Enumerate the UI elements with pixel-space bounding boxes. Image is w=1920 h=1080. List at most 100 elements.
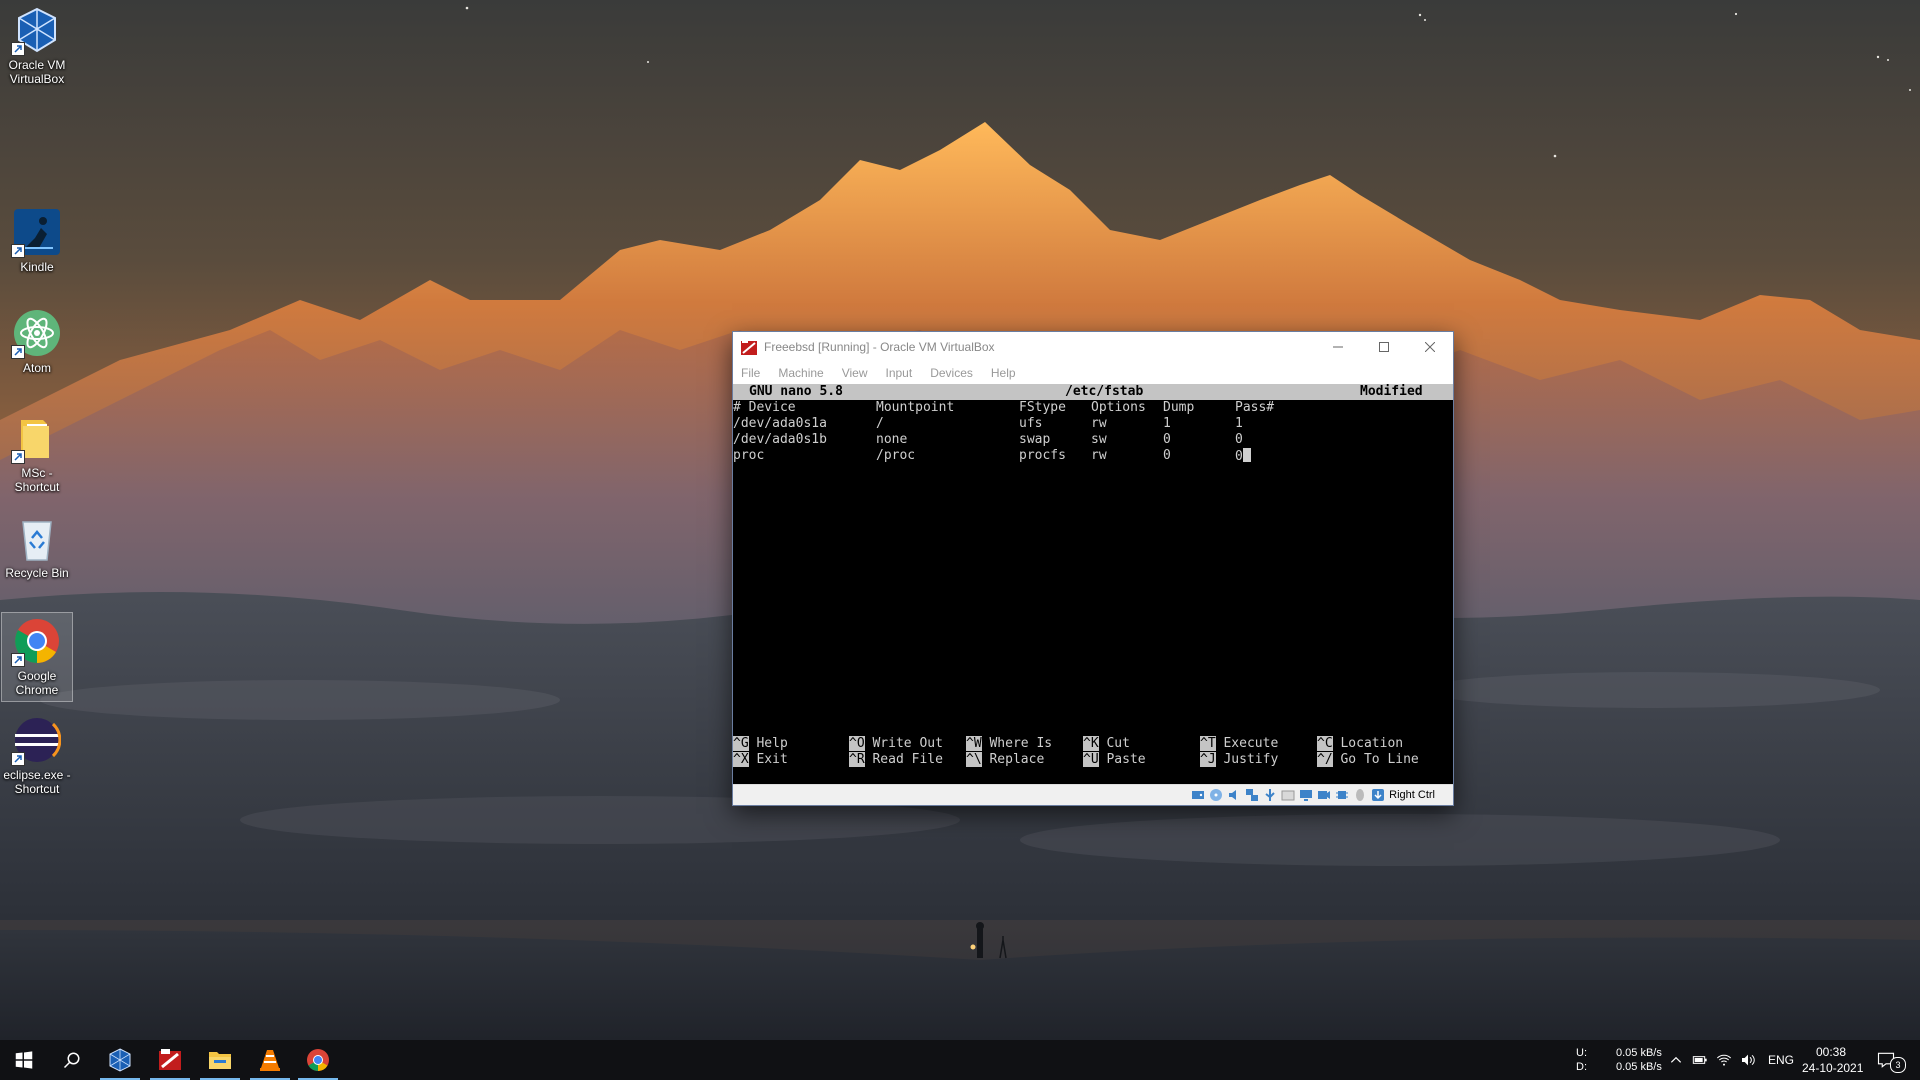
desktop-icon-label: Shortcut <box>14 782 60 796</box>
shortcut-label: Where Is <box>989 736 1053 751</box>
menu-file[interactable]: File <box>741 366 760 380</box>
wifi-button[interactable] <box>1712 1040 1736 1080</box>
usb-icon[interactable] <box>1263 788 1277 802</box>
fstab-device: /dev/ada0s1b <box>733 432 827 447</box>
fstab-line[interactable]: proc /proc procfs rw 0 0 <box>733 448 1453 464</box>
video-capture-icon[interactable] <box>1317 788 1331 802</box>
shortcut-go-to-line[interactable]: ^/ Go To Line <box>1317 752 1419 768</box>
fstab-dump: 0 <box>1163 432 1171 447</box>
action-center-button[interactable]: 3 <box>1866 1040 1906 1080</box>
desktop-icon-virtualbox[interactable]: Oracle VM VirtualBox <box>2 6 72 86</box>
fstab-options: rw <box>1091 448 1107 463</box>
virtualbox-vm-window[interactable]: Freeebsd [Running] - Oracle VM VirtualBo… <box>732 331 1454 806</box>
volume-button[interactable] <box>1736 1040 1760 1080</box>
fstab-line[interactable]: /dev/ada0s1a / ufs rw 1 1 <box>733 416 1453 432</box>
desktop-icon-msc[interactable]: MSc - Shortcut <box>2 414 72 494</box>
folder-icon <box>209 1052 231 1069</box>
taskbar-file-explorer[interactable] <box>196 1040 244 1080</box>
battery-button[interactable] <box>1688 1040 1712 1080</box>
shortcut-exit[interactable]: ^X Exit <box>733 752 788 768</box>
windows-logo-icon <box>15 1051 33 1069</box>
optical-drive-icon[interactable] <box>1209 788 1223 802</box>
shortcut-cut[interactable]: ^K Cut <box>1083 736 1130 752</box>
shortcut-key: ^O <box>849 736 865 751</box>
chevron-up-icon <box>1670 1056 1682 1063</box>
taskbar-virtualbox-manager[interactable] <box>96 1040 144 1080</box>
fstab-options: Options <box>1091 400 1146 415</box>
desktop-icon-atom[interactable]: Atom <box>2 309 72 375</box>
shortcut-help[interactable]: ^G Help <box>733 736 788 752</box>
fstab-dump: 0 <box>1163 448 1171 463</box>
menu-help[interactable]: Help <box>991 366 1016 380</box>
desktop-icon-kindle[interactable]: Kindle <box>2 208 72 274</box>
chrome-icon <box>11 617 61 667</box>
close-button[interactable] <box>1407 332 1453 362</box>
fstab-dump: 1 <box>1163 416 1171 431</box>
taskbar-freebsd-vm[interactable] <box>146 1040 194 1080</box>
menu-view[interactable]: View <box>842 366 868 380</box>
host-key-icon[interactable] <box>1371 788 1385 802</box>
display-icon[interactable] <box>1299 788 1313 802</box>
fstab-pass: Pass# <box>1235 400 1275 415</box>
shortcut-paste[interactable]: ^U Paste <box>1083 752 1146 768</box>
desktop-icon-label: eclipse.exe - <box>3 768 71 782</box>
hard-disk-icon[interactable] <box>1191 788 1205 802</box>
taskbar-google-chrome[interactable] <box>294 1040 342 1080</box>
shortcut-label: Write Out <box>872 736 943 751</box>
shortcut-label: Justify <box>1223 752 1279 767</box>
shortcut-key: ^G <box>733 736 749 751</box>
show-hidden-icons-button[interactable] <box>1664 1040 1688 1080</box>
network-icon[interactable] <box>1245 788 1259 802</box>
freebsd-vm-icon <box>741 339 757 355</box>
start-button[interactable] <box>0 1040 48 1080</box>
audio-icon[interactable] <box>1227 788 1241 802</box>
shortcut-justify[interactable]: ^J Justify <box>1200 752 1278 768</box>
desktop-icon-label: Google <box>17 669 57 683</box>
shortcut-read-file[interactable]: ^R Read File <box>849 752 943 768</box>
fstab-line[interactable]: /dev/ada0s1b none swap sw 0 0 <box>733 432 1453 448</box>
search-button[interactable] <box>48 1040 96 1080</box>
fstab-mountpoint: Mountpoint <box>876 400 955 415</box>
desktop-icon-label: Atom <box>22 361 51 375</box>
vm-menubar: File Machine View Input Devices Help <box>733 362 1453 385</box>
shortcut-location[interactable]: ^C Location <box>1317 736 1403 752</box>
desktop-icon-label: Oracle VM <box>8 58 66 72</box>
minimize-icon <box>1333 346 1343 348</box>
recycle-bin-icon <box>13 514 61 562</box>
menu-input[interactable]: Input <box>886 366 913 380</box>
search-icon <box>63 1052 80 1069</box>
shortcut-write-out[interactable]: ^O Write Out <box>849 736 943 752</box>
menu-devices[interactable]: Devices <box>930 366 973 380</box>
fstab-pass: 1 <box>1235 416 1243 431</box>
vlc-icon <box>260 1050 280 1071</box>
shortcut-replace[interactable]: ^\ Replace <box>966 752 1044 768</box>
menu-machine[interactable]: Machine <box>778 366 823 380</box>
shared-folders-icon[interactable] <box>1281 788 1295 802</box>
guest-display-nano[interactable]: GNU nano 5.8 /etc/fstab Modified # Devic… <box>733 384 1453 784</box>
atom-icon <box>11 309 61 359</box>
shortcut-label: Execute <box>1223 736 1279 751</box>
input-language[interactable]: ENG <box>1768 1053 1794 1067</box>
fstab-line[interactable]: # Device Mountpoint FStype Options Dump … <box>733 400 1453 416</box>
shortcut-arrow-icon <box>11 653 25 667</box>
fstab-fstype: swap <box>1019 432 1051 447</box>
desktop-icon-google-chrome[interactable]: Google Chrome <box>1 612 73 702</box>
taskbar-vlc[interactable] <box>246 1040 294 1080</box>
clock-date[interactable]: 24-10-2021 <box>1802 1061 1863 1075</box>
shortcut-where-is[interactable]: ^W Where Is <box>966 736 1052 752</box>
minimize-button[interactable] <box>1315 332 1361 362</box>
window-titlebar[interactable]: Freeebsd [Running] - Oracle VM VirtualBo… <box>733 332 1453 362</box>
desktop-icon-eclipse[interactable]: eclipse.exe - Shortcut <box>2 716 72 796</box>
desktop-icon-label: Chrome <box>15 683 59 697</box>
freebsd-vm-icon <box>159 1049 181 1070</box>
maximize-button[interactable] <box>1361 332 1407 362</box>
fstab-dump: Dump <box>1163 400 1195 415</box>
nano-filename: /etc/fstab <box>1065 384 1144 399</box>
fstab-mountpoint: / <box>876 416 884 431</box>
clock-time[interactable]: 00:38 <box>1816 1045 1846 1059</box>
mouse-integration-icon[interactable] <box>1353 788 1367 802</box>
desktop-icon-recycle-bin[interactable]: Recycle Bin <box>2 514 72 580</box>
shortcut-execute[interactable]: ^T Execute <box>1200 736 1278 752</box>
cpu-icon[interactable] <box>1335 788 1349 802</box>
fstab-options: rw <box>1091 416 1107 431</box>
